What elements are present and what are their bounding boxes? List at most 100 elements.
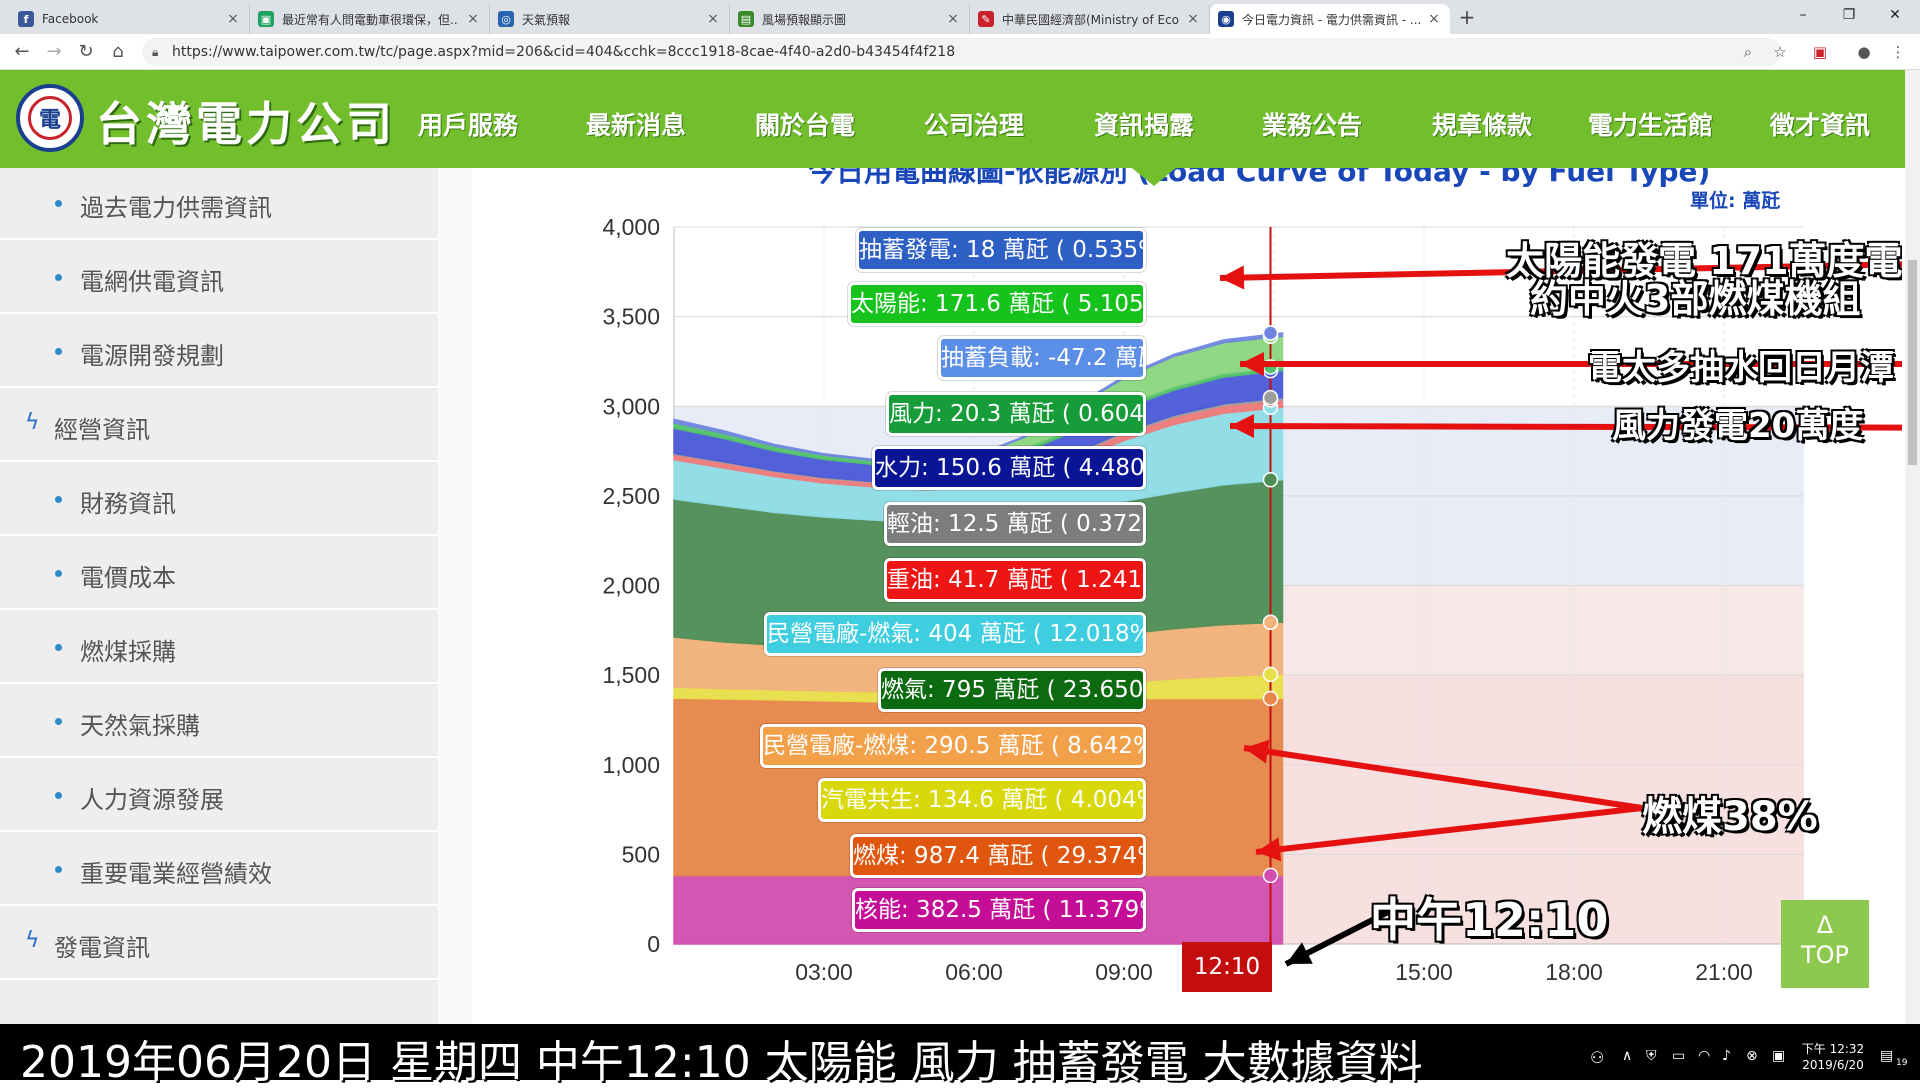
extension-icon[interactable]: ▣ [1808,40,1832,64]
nav-item[interactable]: 徵才資訊 [1770,106,1870,142]
sidebar-item[interactable]: 過去電力供需資訊 [0,168,438,240]
bullet-icon [55,644,62,651]
bullet-icon [55,792,62,799]
tab-close-icon[interactable]: × [1426,11,1442,27]
up-arrow-icon: Δ [1816,911,1834,939]
browser-tab[interactable]: f Facebook × [10,4,250,34]
series-tooltip: 汽電共生: 134.6 萬瓩 ( 4.004%) [818,778,1146,822]
minimize-button[interactable]: – [1780,0,1826,30]
maximize-button[interactable]: ❐ [1826,0,1872,30]
series-tooltip: 核能: 382.5 萬瓩 ( 11.379%) [852,888,1146,932]
tab-label: 中華民國經濟部(Ministry of Econ... [1002,12,1179,27]
chart-title: 今日用電曲線圖-依能源別 (Load Curve of Today - by F… [808,168,1711,188]
close-window-button[interactable]: ✕ [1872,0,1918,30]
back-to-top-button[interactable]: Δ TOP [1781,900,1869,988]
annotation-coal: 燃煤38% [1642,794,1818,840]
tab-close-icon[interactable]: × [945,11,961,27]
map-icon: ▤ [738,11,754,27]
vertical-scrollbar[interactable] [1905,70,1920,1024]
sidebar-item[interactable]: 電源開發規劃 [0,316,438,388]
forward-icon[interactable]: → [42,40,66,64]
series-tooltip: 民營電廠-燃煤: 290.5 萬瓩 ( 8.642%) [760,724,1146,768]
tray-chevron-icon[interactable]: ∧ [1622,1048,1632,1064]
nav-item[interactable]: 用戶服務 [418,106,518,142]
home-icon[interactable]: ⌂ [106,40,130,64]
sidebar-label: 天然氣採購 [80,712,200,740]
security-icon[interactable]: ⛨ [1646,1048,1657,1064]
browser-tab[interactable]: ▤ 風場預報顯示圖 × [730,4,970,34]
sidebar-label: 過去電力供需資訊 [80,194,272,222]
browser-tab[interactable]: ◉ 今日電力資訊 - 電力供需資訊 - ... × [1210,4,1450,34]
back-icon[interactable]: ← [10,40,34,64]
nav-item[interactable]: 資訊揭露 [1094,106,1194,142]
x-tick-label: 03:00 [795,959,853,985]
nav-item[interactable]: 關於台電 [755,106,855,142]
menu-dots-icon[interactable]: ⋮ [1886,40,1910,64]
profile-avatar-icon[interactable]: ● [1852,40,1876,64]
sidebar-item[interactable]: 天然氣採購 [0,686,438,758]
y-tick-label: 1,000 [602,752,660,778]
taipower-logo-icon[interactable]: 電 [16,84,84,152]
notification-icon[interactable]: ▤ [1880,1048,1893,1064]
tab-close-icon[interactable]: × [465,11,481,27]
system-tray: ⚇ ∧ ⛨ ▭ ◠ ♪ ⊗ ▣ 下午 12:32 2019/6/20 ▤ 19 [1560,1036,1920,1080]
sidebar-section[interactable]: ϟ 經營資訊 [0,390,438,462]
sidebar-section[interactable]: ϟ 發電資訊 [0,908,438,980]
clock-date[interactable]: 2019/6/20 [1798,1058,1868,1072]
series-marker [1262,690,1279,707]
input-method-icon[interactable]: ▣ [1772,1048,1785,1064]
url-text: https://www.taipower.com.tw/tc/page.aspx… [172,44,956,60]
lightning-icon: ϟ [25,928,40,953]
people-icon[interactable]: ⚇ [1590,1048,1604,1067]
sidebar-item[interactable]: 電價成本 [0,538,438,610]
sidebar-gutter [438,168,472,1024]
tab-label: 風場預報顯示圖 [762,12,847,27]
chart-panel: 0 500 1,000 1,500 2,000 2,500 3,000 3,500 4,000 0… [472,168,1902,1024]
tab-close-icon[interactable]: × [225,11,241,27]
site-header: 電 台灣電力公司 用戶服務 最新消息 關於台電 公司治理 資訊揭露 業務公告 規章條款 電力生… [0,70,1905,168]
arrow-head [1220,265,1245,290]
site-logo-text[interactable]: 台灣電力公司 [96,88,396,154]
clock-time[interactable]: 下午 12:32 [1798,1040,1868,1057]
series-tooltip: 輕油: 12.5 萬瓩 ( 0.372%) [884,502,1146,546]
sidebar-item[interactable]: 電網供電資訊 [0,242,438,314]
nav-item[interactable]: 公司治理 [924,106,1024,142]
x-tick-label: 18:00 [1545,959,1603,985]
bookmark-star-icon[interactable]: ☆ [1768,40,1792,64]
tab-close-icon[interactable]: × [1185,11,1201,27]
lightning-icon: ϟ [25,410,40,435]
sidebar-item[interactable]: 重要電業經營績效 [0,834,438,906]
sidebar-item[interactable]: 燃煤採購 [0,612,438,684]
nav-item[interactable]: 最新消息 [586,106,686,142]
browser-tab[interactable]: ◎ 天氣預報 × [490,4,730,34]
nav-item[interactable]: 規章條款 [1432,106,1532,142]
bullet-icon [55,570,62,577]
nav-item[interactable]: 電力生活館 [1588,106,1713,142]
series-tooltip: 水力: 150.6 萬瓩 ( 4.480%) [872,446,1146,490]
annotation-pumping: 電太多抽水回日月潭 [1588,348,1894,388]
tab-close-icon[interactable]: × [705,11,721,27]
document-icon: ▣ [258,11,274,27]
taipower-icon: ◉ [1218,11,1234,27]
browser-tab[interactable]: ▣ 最近常有人問電動車很環保，但... × [250,4,490,34]
battery-icon[interactable]: ▭ [1672,1048,1685,1064]
series-tooltip: 燃氣: 795 萬瓩 ( 23.650%) [878,668,1146,712]
tab-label: 天氣預報 [522,12,571,27]
ime-icon[interactable]: ⊗ [1746,1048,1758,1064]
browser-tab[interactable]: ✎ 中華民國經濟部(Ministry of Econ... × [970,4,1210,34]
zoom-icon[interactable]: ⌕ [1736,40,1760,64]
top-label: TOP [1800,941,1850,969]
series-tooltip: 風力: 20.3 萬瓩 ( 0.604%) [886,392,1146,436]
sidebar-item[interactable]: 財務資訊 [0,464,438,536]
wifi-icon[interactable]: ◠ [1698,1048,1710,1064]
lock-icon: 🔒︎ [152,45,159,59]
sidebar-item[interactable]: 人力資源發展 [0,760,438,832]
reload-icon[interactable]: ↻ [74,40,98,64]
address-bar[interactable]: 🔒︎ https://www.taipower.com.tw/tc/page.a… [142,38,1782,66]
volume-icon[interactable]: ♪ [1722,1048,1731,1064]
scroll-thumb[interactable] [1908,260,1917,465]
series-tooltip: 太陽能: 171.6 萬瓩 ( 5.105%) [848,282,1146,326]
sidebar-label: 發電資訊 [54,934,150,962]
new-tab-button[interactable]: + [1455,5,1479,29]
nav-item[interactable]: 業務公告 [1262,106,1362,142]
